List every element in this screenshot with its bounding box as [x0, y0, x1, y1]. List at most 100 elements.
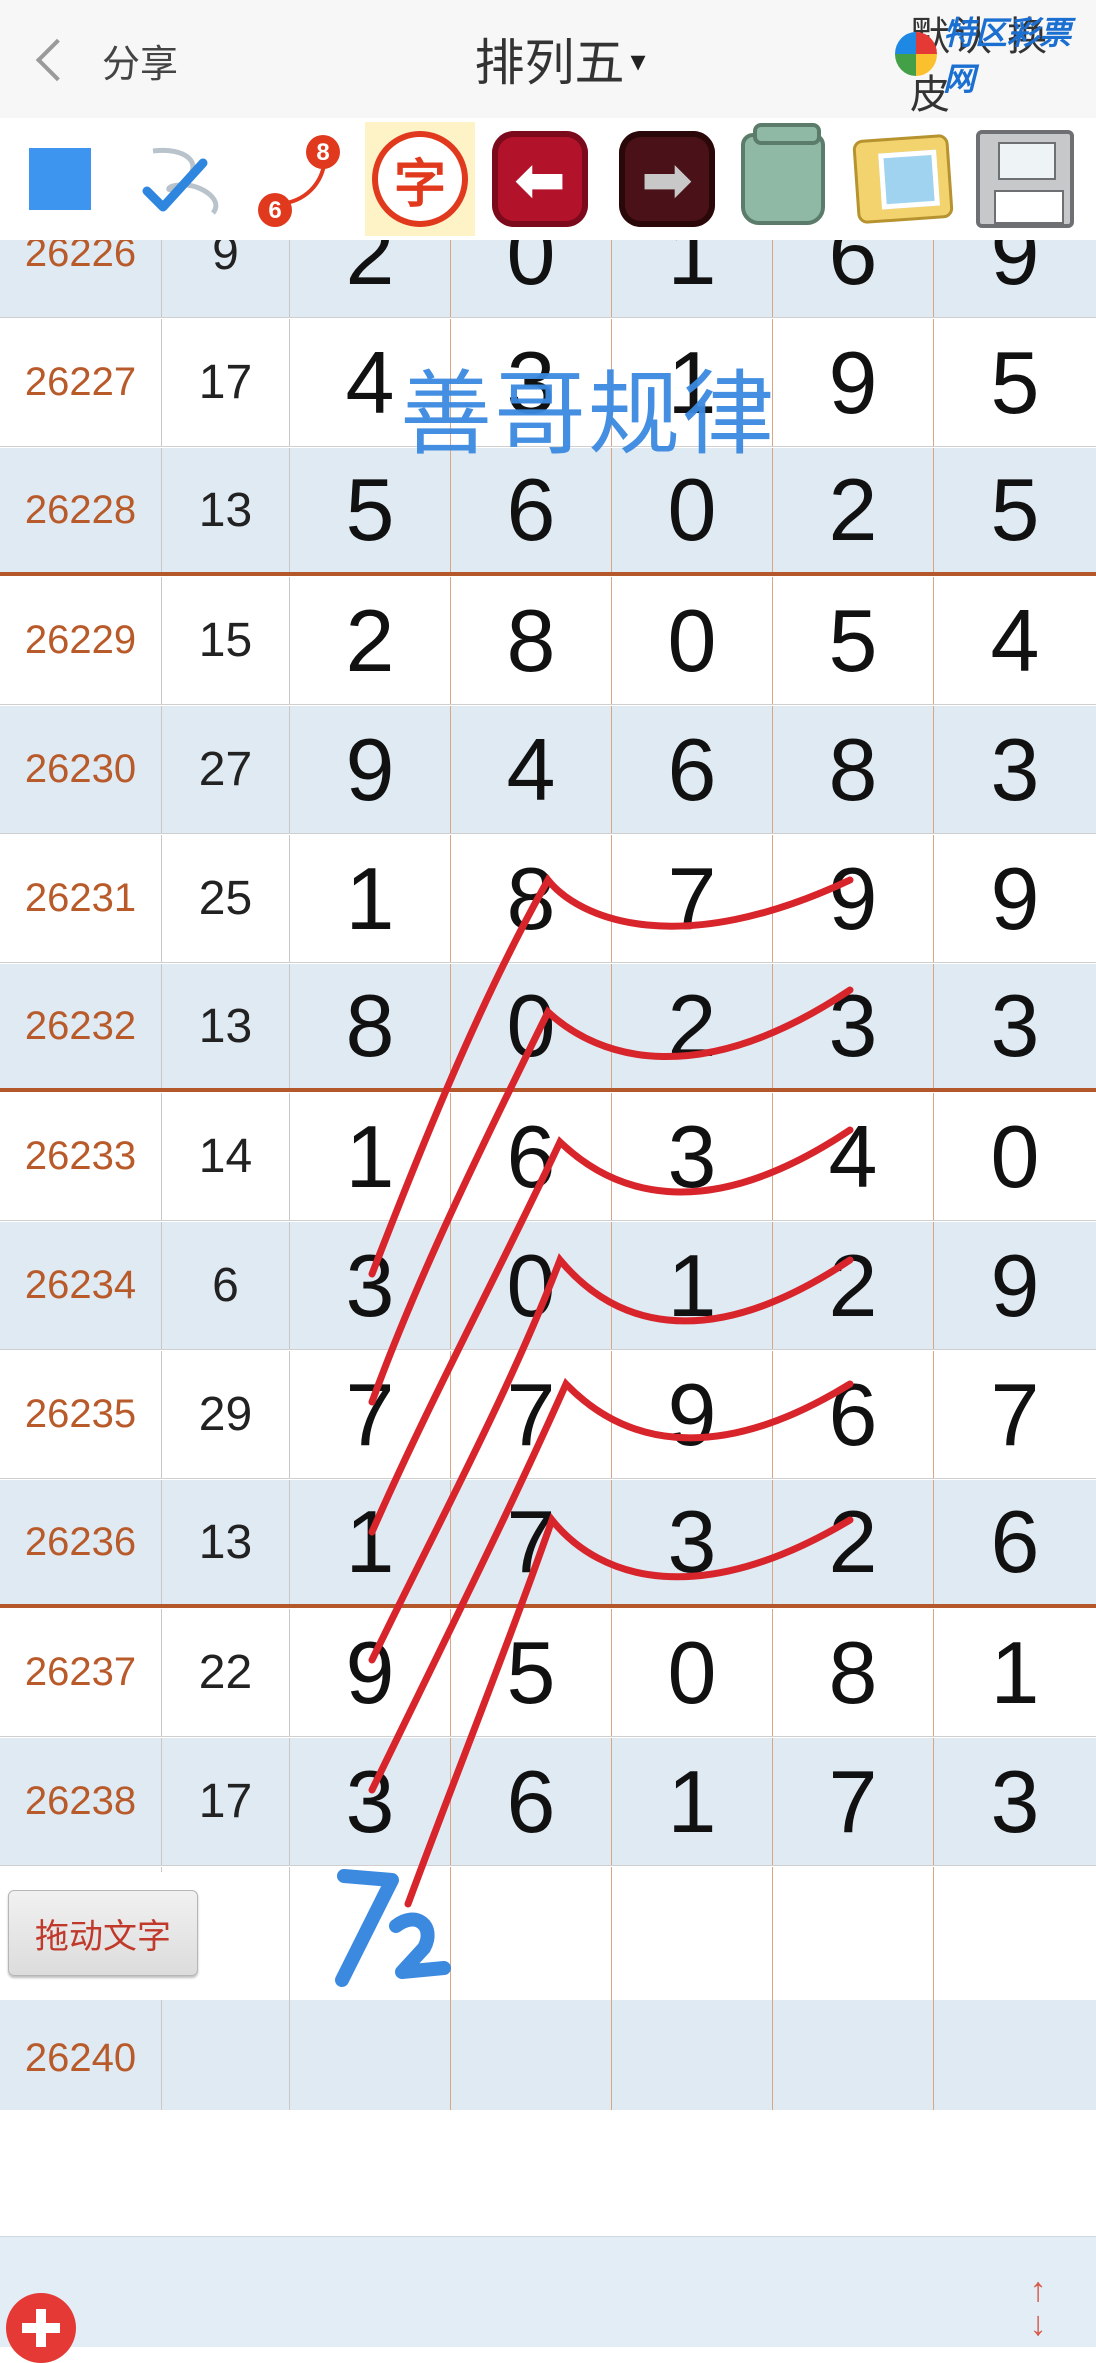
lottery-type-selector[interactable]: 排列五 ▾ — [430, 22, 690, 96]
digit-cell[interactable]: 8 — [451, 577, 612, 704]
undo-tool[interactable]: ⬅ — [485, 122, 595, 236]
digit-cell[interactable]: 1 — [612, 1222, 773, 1349]
digit-cell[interactable]: 1 — [290, 1093, 451, 1220]
digit-cell[interactable]: 3 — [612, 1480, 773, 1604]
digit-cell[interactable]: 3 — [290, 1738, 451, 1865]
color-picker-tool[interactable] — [5, 122, 115, 236]
digit-cell[interactable]: 7 — [612, 835, 773, 962]
digit-cell[interactable]: 0 — [451, 240, 612, 317]
digit-cell[interactable]: 2 — [612, 964, 773, 1088]
period-cell: 26228 — [0, 448, 162, 572]
undo-arrow-icon: ⬅ — [492, 131, 588, 227]
digit-cell[interactable]: 1 — [612, 240, 773, 317]
sum-cell: 13 — [162, 964, 290, 1088]
digit-cell[interactable]: 4 — [773, 1093, 934, 1220]
line-tool[interactable]: 8 6 — [245, 122, 355, 236]
digit-cell[interactable]: 2 — [773, 448, 934, 572]
redo-arrow-icon: ➡ — [619, 131, 715, 227]
digit-cell[interactable]: 3 — [934, 1738, 1096, 1865]
digit-cell[interactable]: 1 — [290, 835, 451, 962]
digit-cell[interactable]: 6 — [451, 1093, 612, 1220]
digit-cell[interactable]: 7 — [773, 1738, 934, 1865]
sum-cell: 14 — [162, 1093, 290, 1220]
digit-cell[interactable]: 3 — [934, 964, 1096, 1088]
redo-tool[interactable]: ➡ — [612, 122, 722, 236]
digit-cell[interactable]: 6 — [773, 240, 934, 317]
digit-cell[interactable]: 6 — [773, 1351, 934, 1478]
digit-cell[interactable]: 9 — [934, 240, 1096, 317]
digit-cell[interactable]: 0 — [934, 1093, 1096, 1220]
digit-cell[interactable]: 0 — [612, 577, 773, 704]
digit-cell[interactable]: 1 — [934, 1609, 1096, 1736]
digit-cell[interactable]: 4 — [934, 577, 1096, 704]
table-row: 26226 9 2 0 1 6 9 — [0, 240, 1096, 318]
undo-glyph: ⬅ — [514, 145, 566, 215]
watermark-logo: 特区彩票网 — [895, 8, 1096, 100]
drawing-toolbar: 8 6 字 ⬅ ➡ — [0, 118, 1096, 241]
digit-cell[interactable]: 3 — [612, 1093, 773, 1220]
period-cell: 26236 — [0, 1480, 162, 1604]
digit-cell[interactable]: 7 — [451, 1351, 612, 1478]
digit-cell[interactable]: 9 — [290, 706, 451, 833]
digit-cell[interactable]: 2 — [290, 577, 451, 704]
digit-cell[interactable]: 6 — [934, 1480, 1096, 1604]
digit-cell[interactable]: 1 — [612, 1738, 773, 1865]
digit-cell[interactable]: 4 — [451, 706, 612, 833]
pen-tool[interactable] — [125, 122, 235, 236]
overlay-title-text[interactable]: 善哥规律 — [400, 340, 776, 473]
digit-cell[interactable] — [612, 1996, 773, 2110]
table-row: 26234 6 3 0 1 2 9 — [0, 1222, 1096, 1350]
digit-cell[interactable]: 9 — [773, 319, 934, 446]
bottom-bar: ↑ ↓ — [0, 2236, 1096, 2363]
digit-cell[interactable]: 3 — [773, 964, 934, 1088]
digit-cell[interactable]: 0 — [451, 1222, 612, 1349]
digit-cell[interactable]: 2 — [773, 1222, 934, 1349]
digit-cell[interactable]: 8 — [773, 1609, 934, 1736]
caret-down-icon: ▾ — [630, 44, 646, 78]
digit-cell[interactable]: 6 — [612, 706, 773, 833]
background-tool[interactable] — [848, 122, 958, 236]
clear-tool[interactable] — [728, 122, 838, 236]
digit-cell[interactable]: 0 — [612, 1609, 773, 1736]
add-icon[interactable] — [6, 2293, 76, 2363]
digit-cell[interactable]: 2 — [773, 1480, 934, 1604]
digit-cell[interactable]: 8 — [290, 964, 451, 1088]
digit-cell[interactable]: 1 — [290, 1480, 451, 1604]
results-grid[interactable]: 26226 9 2 0 1 6 9 26227 17 4 3 1 9 5 26228 13 5 6 0 2 5 26229… — [0, 240, 1096, 2110]
digit-cell[interactable] — [773, 1996, 934, 2110]
digit-cell[interactable]: 8 — [773, 706, 934, 833]
digit-cell[interactable]: 9 — [773, 835, 934, 962]
digit-cell[interactable]: 3 — [934, 706, 1096, 833]
digit-cell[interactable]: 5 — [934, 448, 1096, 572]
digit-cell[interactable] — [934, 1996, 1096, 2110]
digit-cell[interactable]: 5 — [773, 577, 934, 704]
digit-cell[interactable]: 7 — [934, 1351, 1096, 1478]
drag-text-button[interactable]: 拖动文字 — [8, 1890, 198, 1976]
digit-cell[interactable] — [290, 1996, 451, 2110]
digit-cell[interactable]: 3 — [290, 1222, 451, 1349]
share-back-button[interactable]: 分享 — [28, 28, 178, 92]
save-tool[interactable] — [970, 122, 1080, 236]
table-row: 26238 17 3 6 1 7 3 — [0, 1738, 1096, 1866]
period-cell: 26233 — [0, 1093, 162, 1220]
digit-cell[interactable]: 5 — [451, 1609, 612, 1736]
period-cell: 26227 — [0, 319, 162, 446]
digit-cell[interactable]: 2 — [290, 240, 451, 317]
table-row: 26240 — [0, 1996, 1096, 2110]
digit-cell[interactable]: 6 — [451, 1738, 612, 1865]
digit-cell[interactable]: 9 — [934, 835, 1096, 962]
digit-cell[interactable]: 0 — [451, 964, 612, 1088]
digit-cell[interactable]: 7 — [451, 1480, 612, 1604]
digit-cell[interactable]: 9 — [290, 1609, 451, 1736]
digit-cell[interactable]: 7 — [290, 1351, 451, 1478]
sum-cell: 13 — [162, 448, 290, 572]
digit-cell[interactable]: 9 — [934, 1222, 1096, 1349]
sum-cell: 25 — [162, 835, 290, 962]
text-tool[interactable]: 字 — [365, 122, 475, 236]
digit-cell[interactable]: 8 — [451, 835, 612, 962]
digit-cell[interactable]: 5 — [934, 319, 1096, 446]
digit-cell[interactable] — [451, 1996, 612, 2110]
digit-cell[interactable]: 9 — [612, 1351, 773, 1478]
scroll-updown-icon[interactable]: ↑ ↓ — [1018, 2273, 1058, 2343]
period-cell: 26237 — [0, 1609, 162, 1736]
